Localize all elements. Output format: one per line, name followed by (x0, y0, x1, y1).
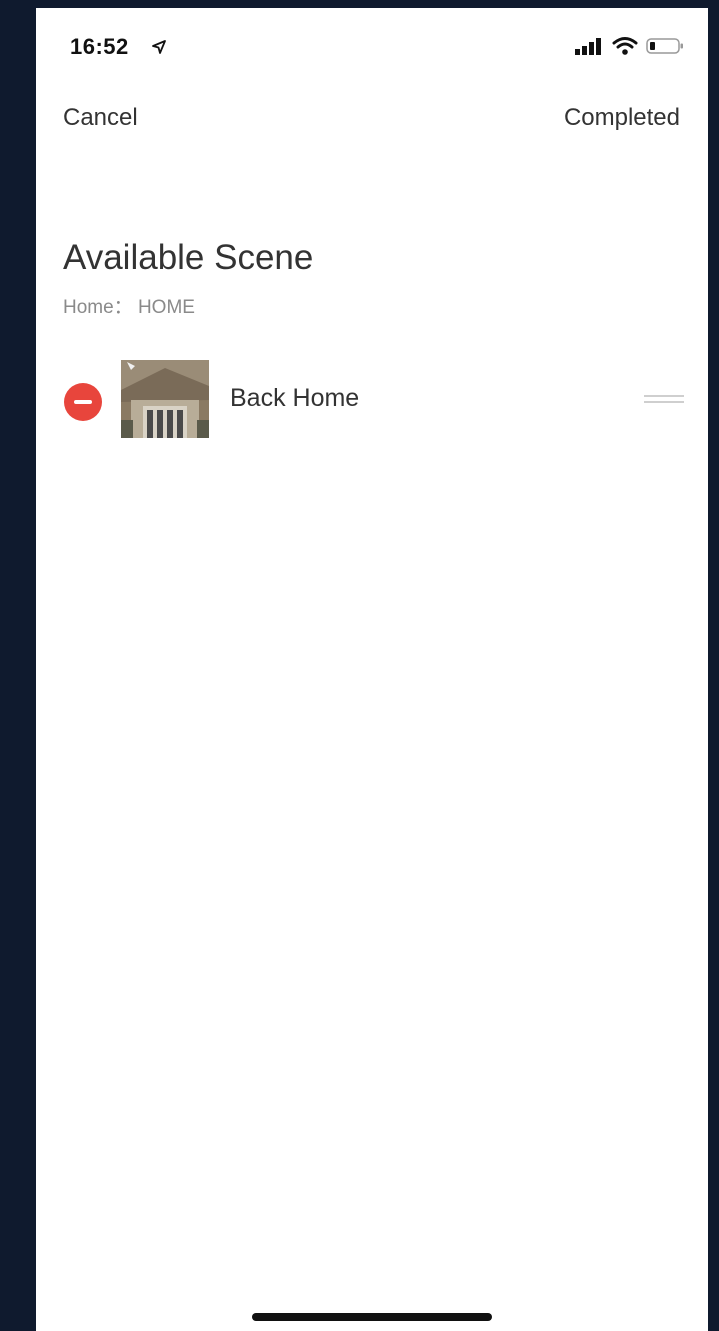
completed-button[interactable]: Completed (564, 104, 680, 132)
location-arrow-icon (152, 40, 166, 54)
home-indicator[interactable] (252, 1313, 492, 1321)
remove-scene-button[interactable] (64, 383, 102, 421)
minus-icon (74, 400, 92, 404)
scene-row[interactable]: Back Home (36, 348, 708, 438)
section-title: Available Scene (63, 238, 314, 277)
device-frame: 16:52 Cancel Completed Available Scene H… (0, 0, 719, 1331)
scene-name: Back Home (230, 384, 360, 412)
home-subtitle: Home： HOME (63, 297, 195, 318)
status-icons (574, 36, 684, 56)
status-time: 16:52 (70, 34, 129, 59)
cancel-button[interactable]: Cancel (63, 104, 138, 132)
wifi-icon (612, 37, 638, 55)
drag-handle-icon[interactable] (644, 392, 684, 408)
signal-icon (575, 38, 601, 55)
app-screen: 16:52 Cancel Completed Available Scene H… (36, 8, 708, 1331)
nav-bar: Cancel Completed (36, 96, 708, 140)
scene-thumbnail (121, 360, 209, 438)
status-bar: 16:52 (36, 8, 708, 80)
battery-icon (646, 38, 683, 54)
house-photo-thumbnail (121, 360, 209, 438)
